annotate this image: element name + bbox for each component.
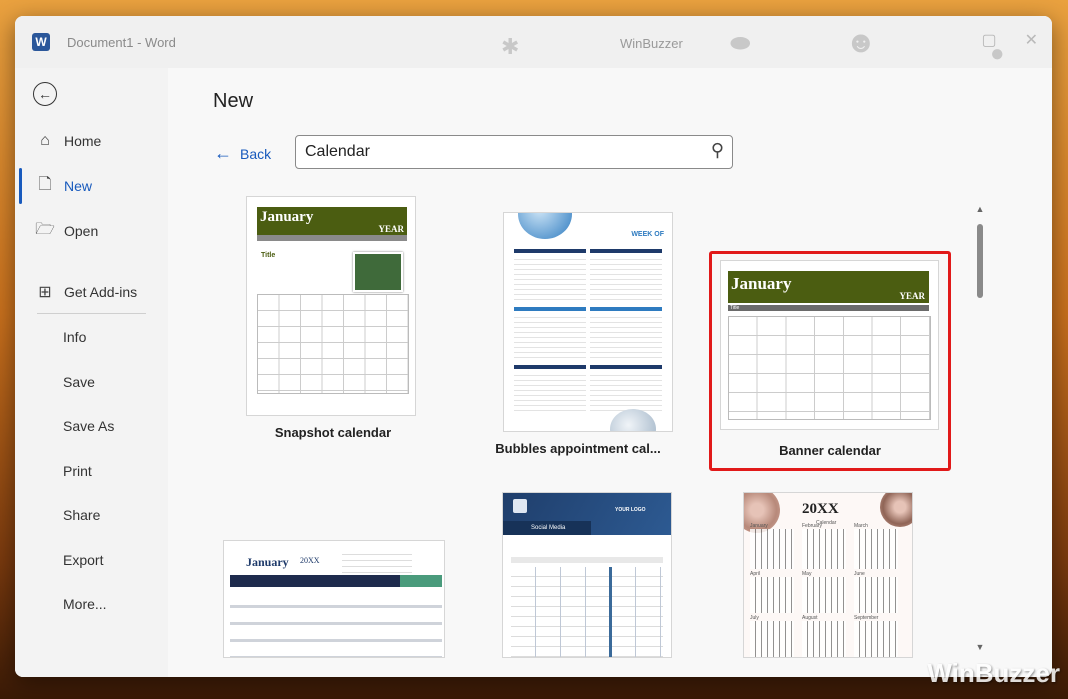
thumbnail-title: Title (730, 305, 740, 311)
thumbnail-title: Title (261, 252, 276, 259)
logo-icon (513, 499, 527, 513)
thumbnail-grid (257, 294, 409, 394)
thumbnail-month-label: July (750, 615, 759, 621)
bubble-icon (518, 213, 572, 239)
title-bar: W Document1 - Word WinBuzzer ☻ ✱ ⬬ ● ▢ ✕ (15, 16, 1052, 68)
sidebar-item-new[interactable]: 🗋 New (15, 168, 168, 204)
watermark-text: WinBuzzer (620, 36, 683, 51)
sidebar-item-label: Save As (63, 418, 115, 434)
thumbnail-year: YEAR (899, 291, 925, 301)
thumbnail-month-label: May (802, 571, 812, 577)
thumbnail-banner: January YEAR (728, 271, 929, 303)
sidebar-item-label: More... (63, 596, 107, 612)
template-bubbles-appointment-calendar[interactable]: WEEK OF Bubbles appointment cal... (488, 196, 673, 466)
template-social-media-calendar[interactable]: YOUR LOGO Social Media (502, 492, 672, 658)
sidebar-item-print[interactable]: Print (15, 453, 168, 489)
template-thumbnail: YOUR LOGO Social Media (502, 492, 672, 658)
search-input[interactable] (303, 142, 687, 162)
page-title: New (213, 90, 254, 112)
sidebar-item-label: Get Add-ins (64, 284, 138, 300)
thumbnail-heading: Social Media (531, 525, 566, 531)
sidebar-item-info[interactable]: Info (15, 319, 168, 355)
template-banner-calendar[interactable]: January YEAR Title Banner calendar (712, 254, 948, 468)
toucan-photo (353, 252, 403, 292)
window-controls: ▢ ✕ (981, 30, 1038, 50)
sidebar-item-label: Info (63, 329, 87, 345)
scroll-down-icon[interactable]: ▼ (975, 642, 985, 652)
submarine-icon: ⬬ (730, 30, 751, 57)
search-icon[interactable]: ⚲ (711, 140, 724, 161)
template-label: Bubbles appointment cal... (495, 441, 661, 456)
decorative-flower-icon (880, 493, 912, 527)
thumbnail-month: January (246, 555, 289, 569)
template-20xx-yearly-calendar[interactable]: 20XX Calendar January February March Apr… (743, 492, 913, 658)
template-label: Snapshot calendar (274, 425, 392, 440)
back-arrow-circle-icon[interactable]: ← (33, 82, 57, 106)
thumbnail-month-label: September (854, 615, 879, 621)
back-label: Back (240, 145, 272, 162)
sidebar-item-label: Export (63, 552, 104, 568)
new-document-icon: 🗋 (38, 175, 52, 193)
sidebar-item-save[interactable]: Save (15, 364, 168, 400)
thumbnail-grid (728, 316, 931, 420)
template-search-box[interactable]: ⚲ (295, 135, 733, 169)
template-thumbnail: January YEAR Title (720, 260, 939, 430)
sidebar-item-label: New (64, 178, 93, 194)
document-title: Document1 - Word (67, 35, 176, 50)
sidebar-item-share[interactable]: Share (15, 497, 168, 533)
add-ins-grid-icon: ⊞ (38, 284, 52, 301)
thumbnail-month-label: April (750, 571, 761, 577)
new-document-pane: New ← Back ⚲ January YEAR Title Snapshot… (168, 68, 1052, 677)
sidebar-item-label: Share (63, 507, 101, 523)
scroll-thumb[interactable] (977, 224, 983, 298)
word-icon: W (32, 33, 50, 51)
thumbnail-month-label: August (802, 615, 818, 621)
winbuzzer-watermark: WinBuzzer (927, 658, 1060, 688)
thumbnail-year: YEAR (378, 224, 404, 234)
vertical-scrollbar[interactable]: ▲ ▼ (975, 204, 985, 652)
thumbnail-banner: January YEAR (257, 207, 407, 235)
close-icon[interactable]: ✕ (1025, 30, 1038, 50)
template-thumbnail: January 20XX (223, 540, 445, 658)
sidebar-item-get-add-ins[interactable]: ⊞ Get Add-ins (15, 274, 168, 310)
template-label: Banner calendar (779, 443, 881, 458)
sidebar-item-label: Open (64, 223, 99, 239)
sidebar-item-label: Print (63, 463, 92, 479)
template-thumbnail: WEEK OF (503, 212, 673, 432)
thumbnail-month-label: March (854, 523, 868, 529)
home-icon: ⌂ (40, 132, 50, 149)
crab-icon: ✱ (501, 34, 520, 59)
thumbnail-logo-text: YOUR LOGO (615, 507, 646, 513)
thumbnail-year: 20XX (300, 556, 320, 565)
sidebar-item-label: Save (63, 374, 95, 390)
sidebar-item-label: Home (64, 133, 102, 149)
backstage-sidebar: ← ⌂ Home 🗋 New 🗁 Open ⊞ Get Add-ins Info… (15, 68, 168, 677)
template-january-20xx-calendar[interactable]: January 20XX (223, 538, 445, 658)
sidebar-item-more[interactable]: More... (15, 586, 168, 622)
thumbnail-subheader (257, 235, 407, 241)
scroll-up-icon[interactable]: ▲ (975, 204, 985, 214)
octopus-icon: ☻ (845, 26, 877, 59)
template-thumbnail: January YEAR Title (246, 196, 416, 416)
template-snapshot-calendar[interactable]: January YEAR Title Snapshot calendar (228, 196, 438, 466)
thumbnail-year: 20XX (802, 501, 839, 517)
sidebar-item-open[interactable]: 🗁 Open (15, 213, 168, 249)
template-thumbnail: 20XX Calendar January February March Apr… (743, 492, 913, 658)
sidebar-item-export[interactable]: Export (15, 542, 168, 578)
thumbnail-month: January (260, 209, 314, 225)
folder-open-icon: 🗁 (35, 220, 55, 238)
word-window: W Document1 - Word WinBuzzer ☻ ✱ ⬬ ● ▢ ✕… (15, 16, 1052, 677)
thumbnail-month-label: February (802, 523, 823, 529)
thumbnail-month: January (731, 274, 792, 293)
thumbnail-month-label: June (854, 571, 865, 577)
sidebar-divider (37, 313, 146, 314)
back-link[interactable]: ← Back (214, 143, 271, 164)
back-arrow-icon: ← (214, 143, 232, 163)
thumbnail-month-label: January (750, 523, 768, 529)
thumbnail-week-of: WEEK OF (631, 231, 664, 238)
sidebar-item-save-as[interactable]: Save As (15, 408, 168, 444)
restore-icon[interactable]: ▢ (981, 30, 996, 50)
sidebar-item-home[interactable]: ⌂ Home (15, 123, 168, 159)
